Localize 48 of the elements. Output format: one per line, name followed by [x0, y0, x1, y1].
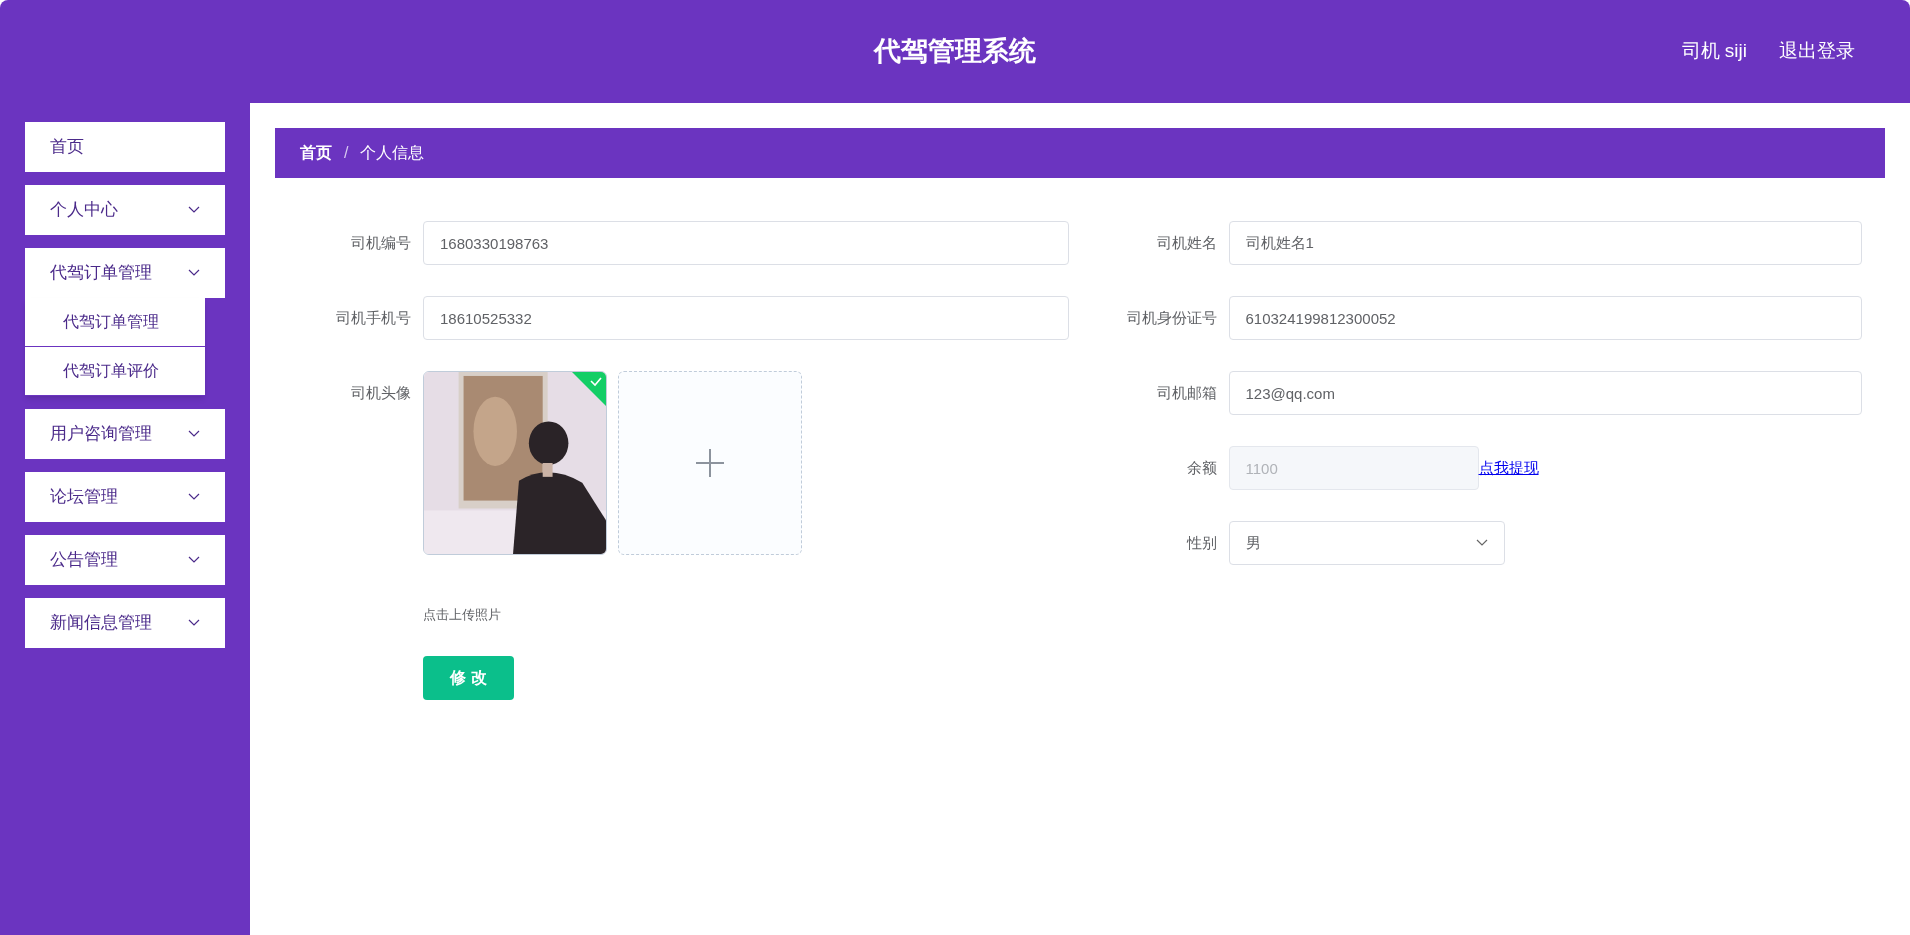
chevron-down-icon	[188, 619, 200, 627]
sidebar-item[interactable]: 新闻信息管理	[25, 598, 225, 648]
field-label: 司机手机号	[335, 308, 412, 328]
text-field[interactable]: 18610525332	[423, 296, 1069, 340]
chevron-down-icon	[188, 556, 200, 564]
text-field[interactable]: 610324199812300052	[1228, 296, 1862, 340]
menu-label: 个人中心	[50, 199, 118, 222]
menu-label: 论坛管理	[50, 486, 118, 509]
withdraw-link[interactable]: 点我提现	[1478, 456, 1539, 480]
menu-label: 用户咨询管理	[50, 423, 152, 446]
breadcrumb-separator: /	[344, 143, 349, 163]
chevron-down-icon	[188, 269, 200, 277]
sidebar-item[interactable]: 首页	[25, 122, 225, 172]
upload-box[interactable]	[618, 371, 802, 555]
plus-icon	[696, 449, 724, 477]
text-field[interactable]: 123@qq.com	[1228, 371, 1862, 415]
chevron-down-icon	[188, 430, 200, 438]
sidebar-item[interactable]: 用户咨询管理	[25, 409, 225, 459]
field-label: 司机身份证号	[1125, 308, 1218, 328]
chevron-down-icon	[1475, 539, 1488, 547]
logout-link[interactable]: 退出登录	[1779, 37, 1855, 66]
submenu-item[interactable]: 代驾订单管理	[25, 298, 205, 347]
sidebar-item[interactable]: 公告管理	[25, 535, 225, 585]
text-field[interactable]: 1680330198763	[423, 221, 1069, 265]
upload-hint: 点击上传照片	[423, 606, 502, 624]
field-label: 性别	[1185, 533, 1218, 553]
menu-label: 代驾订单管理	[50, 262, 152, 285]
submenu-item[interactable]: 代驾订单评价	[25, 347, 205, 396]
menu-label: 公告管理	[50, 549, 118, 572]
field-label: 司机姓名	[1155, 233, 1218, 253]
select-value: 男	[1245, 532, 1261, 553]
chevron-down-icon	[188, 206, 200, 214]
gender-select[interactable]: 男	[1228, 521, 1505, 565]
chevron-down-icon	[188, 493, 200, 501]
field-label: 余额	[1185, 458, 1218, 478]
text-field[interactable]: 司机姓名1	[1228, 221, 1862, 265]
breadcrumb-item[interactable]: 首页	[300, 141, 332, 165]
field-label: 司机头像	[350, 383, 412, 403]
sidebar-item[interactable]: 论坛管理	[25, 472, 225, 522]
field-label: 司机编号	[350, 233, 412, 253]
menu-label: 首页	[50, 136, 84, 159]
sidebar-item[interactable]: 个人中心	[25, 185, 225, 235]
user-name: 司机 siji	[1681, 39, 1747, 64]
app-title: 代驾管理系统	[874, 35, 1036, 69]
breadcrumb-item: 个人信息	[360, 143, 425, 163]
sidebar-item[interactable]: 代驾订单管理	[25, 248, 225, 298]
menu-label: 新闻信息管理	[50, 612, 152, 635]
field-label: 司机邮箱	[1155, 383, 1218, 403]
